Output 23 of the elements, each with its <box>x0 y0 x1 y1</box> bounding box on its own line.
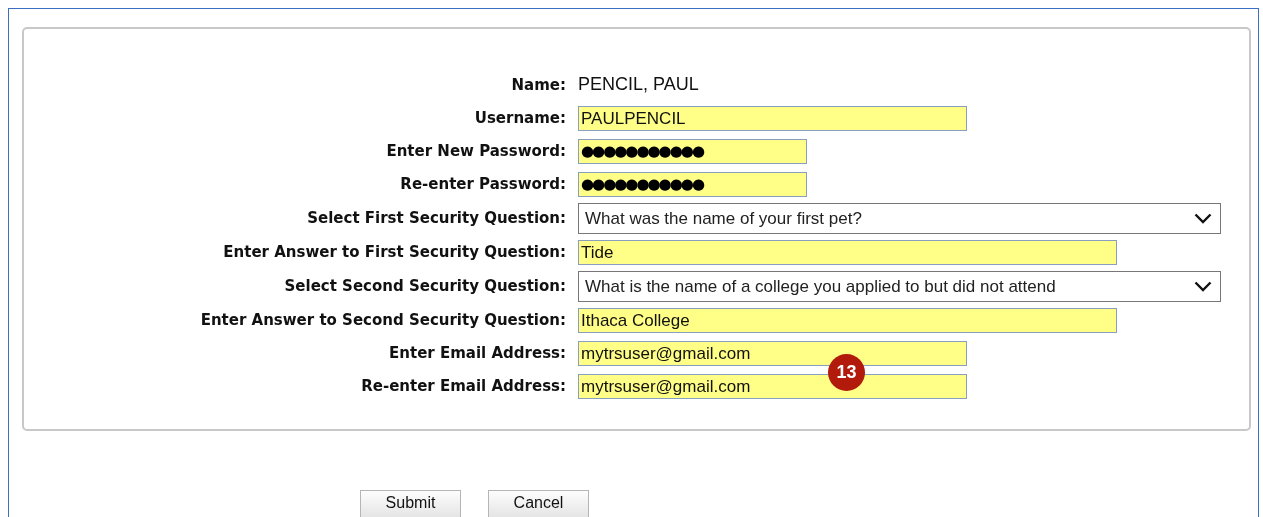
input-field[interactable]: Ithaca College <box>578 308 1117 333</box>
input-field[interactable]: Tide <box>578 240 1117 265</box>
field-label: Enter Answer to First Security Question: <box>222 242 567 264</box>
field-label: Re-enter Password: <box>399 174 567 196</box>
question-dropdown[interactable]: What is the name of a college you applied to but did not attend <box>578 271 1221 302</box>
question-dropdown[interactable]: What was the name of your first pet? <box>578 203 1221 234</box>
field-label: Enter Answer to Second Security Question: <box>199 310 567 332</box>
field-label: Select First Security Question: <box>306 208 567 230</box>
field-label: Enter Email Address: <box>388 343 567 365</box>
chevron-down-icon <box>1194 213 1212 224</box>
input-field[interactable]: mytrsuser@gmail.com <box>578 341 967 366</box>
form-button[interactable]: Cancel <box>488 490 589 517</box>
chevron-down-icon <box>1194 281 1212 292</box>
password-field[interactable]: ●●●●●●●●●●● <box>578 139 807 164</box>
field-label: Re-enter Email Address: <box>360 376 567 398</box>
password-field[interactable]: ●●●●●●●●●●● <box>578 172 807 197</box>
name-value: PENCIL, PAUL <box>578 72 699 96</box>
field-label: Enter New Password: <box>385 141 567 163</box>
form-button[interactable]: Submit <box>360 490 461 517</box>
field-label: Username: <box>473 108 567 130</box>
input-field[interactable]: PAULPENCIL <box>578 106 967 131</box>
field-label: Select Second Security Question: <box>283 276 567 298</box>
field-label: Name: <box>510 75 567 97</box>
